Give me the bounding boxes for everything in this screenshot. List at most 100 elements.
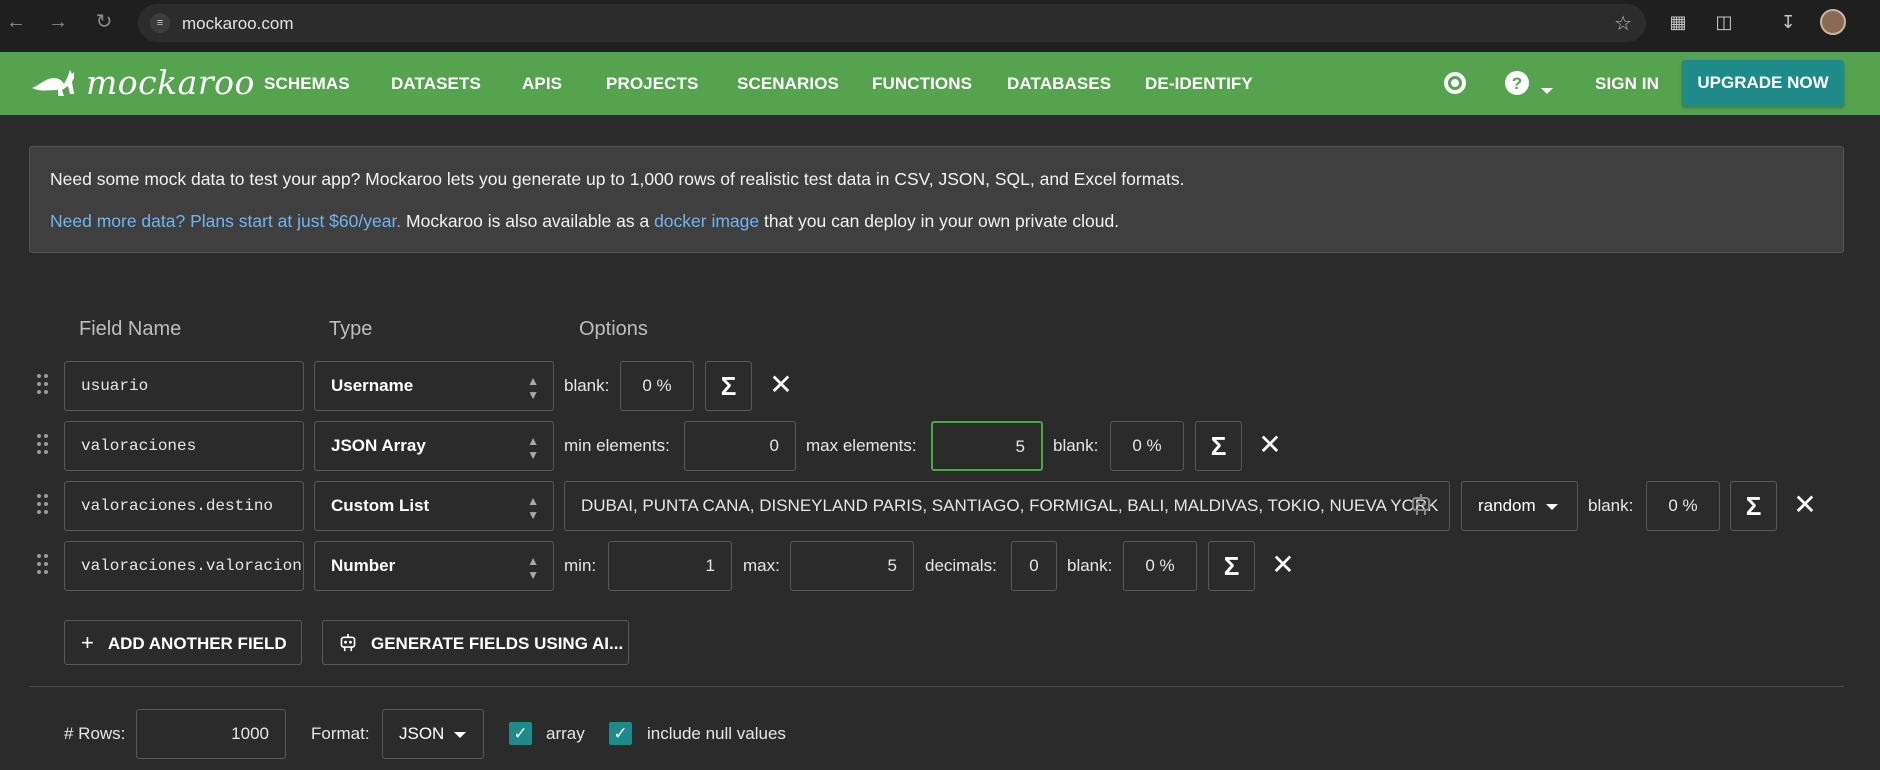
include-null-checkbox[interactable]: ✓	[609, 722, 632, 745]
chevron-down-icon	[1545, 503, 1558, 510]
field-name-input[interactable]: valoraciones.valoracion	[64, 541, 304, 591]
type-select[interactable]: JSON Array ▲ ▼	[314, 421, 554, 471]
address-bar[interactable]: ≡ mockaroo.com ☆	[138, 4, 1646, 42]
ai-robot-icon[interactable]	[1410, 493, 1432, 523]
drag-handle-icon[interactable]	[37, 554, 49, 576]
field-name-input[interactable]: valoraciones.destino	[64, 481, 304, 531]
nav-de-identify[interactable]: DE-IDENTIFY	[1145, 74, 1253, 94]
blank-label: blank:	[1588, 496, 1634, 515]
nav-datasets[interactable]: DATASETS	[391, 74, 481, 94]
blank-percent-input[interactable]: 0 %	[620, 361, 694, 411]
help-dropdown-caret-icon[interactable]	[1541, 82, 1553, 100]
formula-sigma-button[interactable]: Σ	[1730, 481, 1777, 531]
theme-toggle-icon[interactable]	[1440, 68, 1470, 98]
blank-percent-input[interactable]: 0 %	[1123, 541, 1197, 591]
bookmark-star-icon[interactable]: ☆	[1614, 11, 1632, 36]
nav-projects[interactable]: PROJECTS	[606, 74, 698, 94]
rows-label: # Rows:	[64, 724, 126, 743]
drag-handle-icon[interactable]	[37, 434, 49, 456]
array-label: array	[546, 724, 585, 743]
sign-in-link[interactable]: SIGN IN	[1595, 74, 1659, 94]
decimals-input[interactable]: 0	[1011, 541, 1057, 591]
type-select-value: JSON Array	[331, 436, 426, 455]
min-input[interactable]: 1	[608, 541, 732, 591]
blank-percent-input[interactable]: 0 %	[1110, 421, 1184, 471]
type-select-value: Number	[331, 556, 396, 575]
site-settings-icon[interactable]: ≡	[150, 13, 170, 33]
address-url[interactable]: mockaroo.com	[182, 14, 293, 34]
max-elements-input[interactable]: 5	[931, 421, 1043, 471]
add-another-field-button[interactable]: + ADD ANOTHER FIELD	[64, 620, 302, 665]
remove-field-icon[interactable]: ✕	[766, 370, 796, 400]
formula-sigma-button[interactable]: Σ	[1195, 421, 1242, 471]
list-order-value: random	[1478, 496, 1536, 515]
blank-label: blank:	[564, 376, 610, 395]
nav-functions[interactable]: FUNCTIONS	[872, 74, 972, 94]
svg-text:?: ?	[1512, 74, 1522, 93]
custom-list-values-input[interactable]: DUBAI, PUNTA CANA, DISNEYLAND PARIS, SAN…	[564, 481, 1450, 531]
download-icon[interactable]: ↧	[1776, 10, 1800, 34]
forward-icon[interactable]: →	[46, 10, 70, 34]
app-navbar: mockaroo SCHEMAS DATASETS APIS PROJECTS …	[0, 52, 1880, 115]
upgrade-now-button[interactable]: UPGRADE NOW	[1682, 60, 1844, 106]
min-label: min:	[564, 556, 597, 575]
include-null-label: include null values	[647, 724, 786, 743]
help-icon[interactable]: ?	[1502, 68, 1532, 98]
ai-robot-icon	[339, 630, 357, 655]
field-name-input[interactable]: valoraciones	[64, 421, 304, 471]
drag-handle-icon[interactable]	[37, 374, 49, 396]
profile-avatar[interactable]	[1820, 9, 1846, 35]
brand-name: mockaroo	[86, 62, 255, 102]
type-select[interactable]: Number ▲ ▼	[314, 541, 554, 591]
formula-sigma-button[interactable]: Σ	[705, 361, 752, 411]
max-input[interactable]: 5	[790, 541, 914, 591]
extensions-puzzle-icon[interactable]: ◫	[1712, 10, 1736, 34]
format-dropdown[interactable]: JSON	[382, 709, 484, 759]
min-elements-label: min elements:	[564, 436, 670, 455]
formula-sigma-button[interactable]: Σ	[1208, 541, 1255, 591]
column-header-field-name: Field Name	[79, 318, 182, 340]
info-line-2: Need more data? Plans start at just $60/…	[50, 211, 1119, 232]
info-line-1: Need some mock data to test your app? Mo…	[50, 169, 1185, 189]
select-arrows-icon: ▲ ▼	[527, 554, 539, 582]
blank-label: blank:	[1053, 436, 1099, 455]
reload-icon[interactable]: ↻	[92, 10, 116, 34]
remove-field-icon[interactable]: ✕	[1255, 430, 1285, 460]
format-value: JSON	[399, 724, 445, 743]
info-line-2-end: that you can deploy in your own private …	[759, 211, 1120, 231]
back-icon[interactable]: ←	[4, 10, 28, 34]
rows-count-input[interactable]: 1000	[136, 709, 286, 759]
pricing-link[interactable]: Need more data? Plans start at just $60/…	[50, 211, 401, 231]
generate-fields-ai-button[interactable]: GENERATE FIELDS USING AI...	[322, 620, 629, 665]
info-panel: Need some mock data to test your app? Mo…	[29, 146, 1844, 253]
qr-extension-icon[interactable]: ▦	[1666, 10, 1690, 34]
browser-toolbar: ← → ↻ ≡ mockaroo.com ☆ ▦ ◫ ↧	[0, 0, 1880, 52]
add-field-label: ADD ANOTHER FIELD	[107, 634, 287, 653]
type-select[interactable]: Custom List ▲ ▼	[314, 481, 554, 531]
nav-schemas[interactable]: SCHEMAS	[264, 74, 350, 94]
type-select-value: Username	[331, 376, 414, 395]
list-order-dropdown[interactable]: random	[1461, 481, 1578, 531]
max-label: max:	[743, 556, 780, 575]
mockaroo-logo[interactable]: mockaroo	[28, 62, 255, 102]
max-elements-label: max elements:	[806, 436, 917, 455]
docker-image-link[interactable]: docker image	[654, 211, 759, 231]
nav-databases[interactable]: DATABASES	[1007, 74, 1111, 94]
type-select-value: Custom List	[331, 496, 430, 515]
section-divider	[29, 686, 1844, 687]
array-checkbox[interactable]: ✓	[509, 722, 532, 745]
nav-scenarios[interactable]: SCENARIOS	[737, 74, 839, 94]
type-select[interactable]: Username ▲ ▼	[314, 361, 554, 411]
column-header-options: Options	[579, 318, 648, 340]
blank-label: blank:	[1067, 556, 1113, 575]
chevron-down-icon	[454, 731, 467, 738]
min-elements-input[interactable]: 0	[684, 421, 796, 471]
drag-handle-icon[interactable]	[37, 494, 49, 516]
decimals-label: decimals:	[925, 556, 997, 575]
remove-field-icon[interactable]: ✕	[1790, 490, 1820, 520]
blank-percent-input[interactable]: 0 %	[1646, 481, 1720, 531]
remove-field-icon[interactable]: ✕	[1268, 550, 1298, 580]
plus-icon: +	[81, 630, 94, 655]
nav-apis[interactable]: APIS	[522, 74, 562, 94]
field-name-input[interactable]: usuario	[64, 361, 304, 411]
